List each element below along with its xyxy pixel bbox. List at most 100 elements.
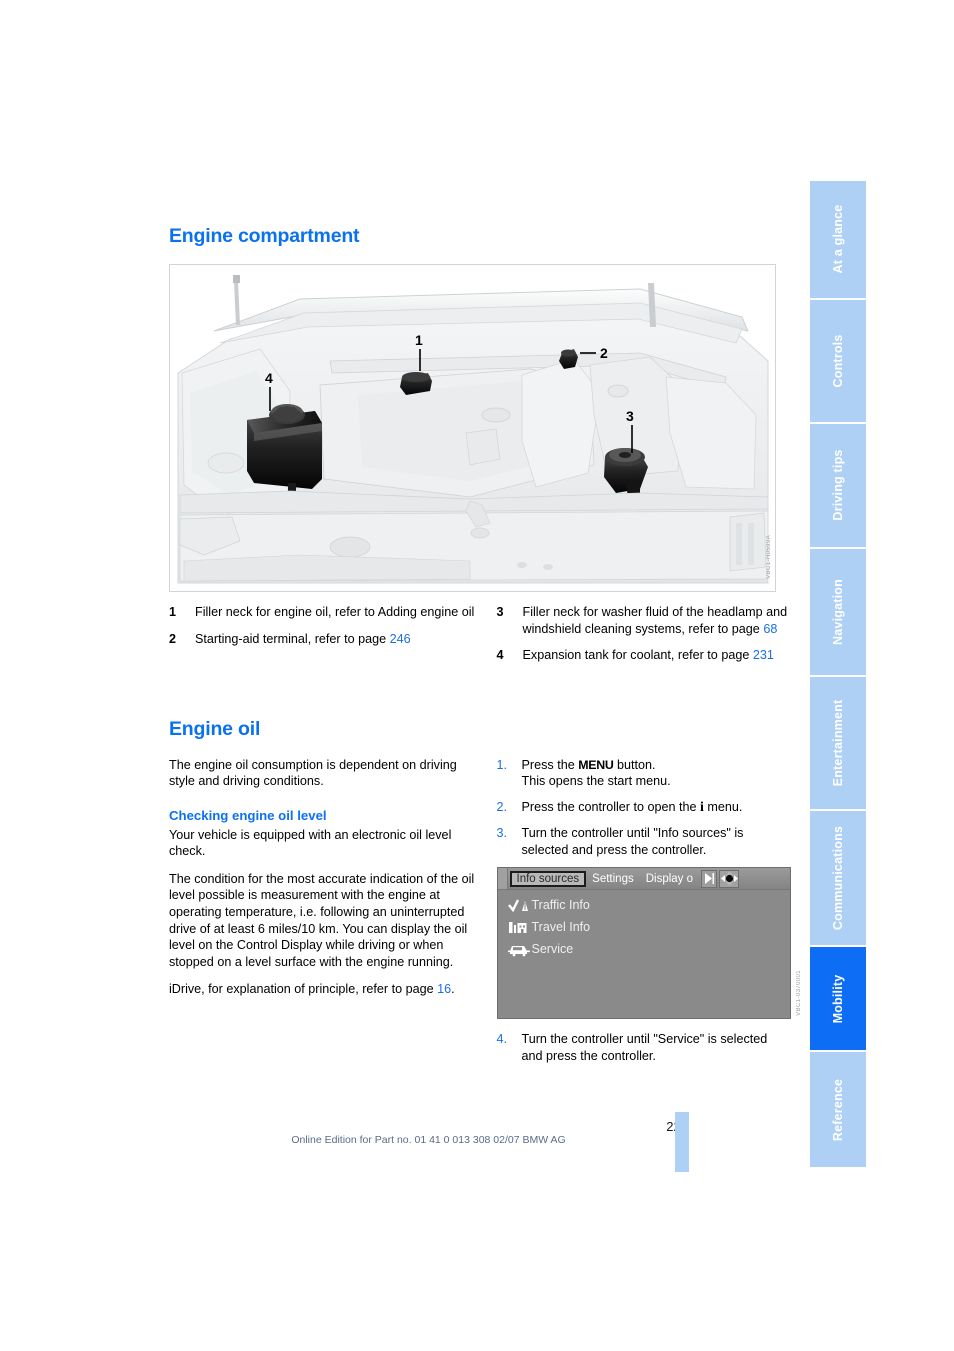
page-reference-link[interactable]: 68 <box>763 622 777 636</box>
step-number: 4. <box>496 1032 508 1047</box>
page-reference-link[interactable]: 16 <box>437 982 451 996</box>
step-text: Press the controller to open the i menu. <box>522 799 789 817</box>
procedure-steps-continued: 4. Turn the controller until "Service" i… <box>497 1031 789 1064</box>
legend-item: 1 Filler neck for engine oil, refer to A… <box>169 604 479 621</box>
legend-text-body: Expansion tank for coolant, refer to pag… <box>522 648 753 662</box>
callout-3: 3 <box>626 408 634 424</box>
traffic-info-icon <box>506 898 532 913</box>
step-text: Turn the controller until "Service" is s… <box>521 1032 768 1064</box>
travel-info-icon <box>506 920 532 935</box>
page-title-engine-oil: Engine oil <box>169 717 261 740</box>
callout-1: 1 <box>415 332 423 348</box>
tab-label: Mobility <box>831 974 845 1024</box>
step-tail: menu. <box>703 799 743 814</box>
figure-code: VBC1-H0599A <box>766 535 772 579</box>
idrive-menu-label: Traffic Info <box>531 898 590 913</box>
legend-text-body: Starting-aid terminal, refer to page <box>195 631 390 646</box>
idrive-reference-lead: iDrive, for explanation of principle, re… <box>169 982 438 997</box>
callout-2: 2 <box>600 345 608 361</box>
step-lead: Press the <box>521 757 579 772</box>
step-text: Turn the controller until "Info sources"… <box>521 826 744 857</box>
footer-edition-note: Online Edition for Part no. 01 41 0 013 … <box>291 1134 566 1146</box>
step-number: 1. <box>496 757 508 772</box>
step-item: 1. Press the MENU button. This opens the … <box>497 757 789 790</box>
legend-text-body: Filler neck for washer fluid of the head… <box>522 605 788 636</box>
checking-paragraph-1: Your vehicle is equipped with an electro… <box>169 827 452 859</box>
legend-number: 1 <box>169 605 177 619</box>
tab-label: Entertainment <box>831 699 845 787</box>
step-tail: button. <box>613 757 656 772</box>
legend-item: 3 Filler neck for washer fluid of the he… <box>497 604 789 637</box>
idrive-next-arrow-icon[interactable] <box>701 869 718 888</box>
idrive-controller-icon[interactable] <box>719 869 740 888</box>
legend-item: 2 Starting-aid terminal, refer to page 2… <box>169 631 479 648</box>
tab-label: Driving tips <box>831 449 845 522</box>
legend-column-left: 1 Filler neck for engine oil, refer to A… <box>169 604 479 674</box>
idrive-control-display: Info sources Settings Display o Traffic … <box>496 867 791 1020</box>
menu-button-glyph: MENU <box>578 757 614 772</box>
subheading-checking-engine-oil-level: Checking engine oil level <box>169 807 327 823</box>
figure-legend: 1 Filler neck for engine oil, refer to A… <box>169 604 788 674</box>
tab-label: Controls <box>831 334 845 388</box>
tab-communications[interactable]: Communications <box>810 811 866 946</box>
idrive-tab-info-sources[interactable]: Info sources <box>509 870 587 887</box>
body-column-left: The engine oil consumption is dependent … <box>169 743 479 1074</box>
tab-driving-tips[interactable]: Driving tips <box>810 423 866 548</box>
tab-entertainment[interactable]: Entertainment <box>810 676 866 810</box>
legend-text-body: Filler neck for engine oil, refer to Add… <box>195 605 475 619</box>
checking-paragraph-2: The condition for the most accurate indi… <box>169 871 475 969</box>
idrive-tab-bar: Info sources Settings Display o <box>497 868 790 891</box>
legend-number: 4 <box>496 648 504 662</box>
step-number: 2. <box>496 799 508 814</box>
idrive-menu-label: Service <box>531 942 574 957</box>
tab-at-a-glance[interactable]: At a glance <box>810 181 866 298</box>
tab-label: Navigation <box>831 579 845 645</box>
tab-label: Reference <box>831 1078 845 1141</box>
body-column-right: 1. Press the MENU button. This opens the … <box>479 743 802 1074</box>
legend-number: 3 <box>496 605 504 619</box>
idrive-menu-label: Travel Info <box>531 920 591 935</box>
step-item: 3. Turn the controller until "Info sourc… <box>497 825 789 858</box>
step-lead: Press the controller to open the <box>521 799 701 814</box>
step-item: 2. Press the controller to open the i me… <box>497 799 789 817</box>
two-column-body: The engine oil consumption is dependent … <box>169 743 802 1074</box>
page-title-engine-compartment: Engine compartment <box>169 225 360 247</box>
step-item: 4. Turn the controller until "Service" i… <box>497 1031 789 1064</box>
legend-number: 2 <box>169 631 177 646</box>
legend-text: Expansion tank for coolant, refer to pag… <box>523 647 789 664</box>
tab-reference[interactable]: Reference <box>810 1052 866 1167</box>
idrive-reference-tail: . <box>451 982 455 997</box>
service-icon <box>506 942 532 957</box>
footer-accent-bar <box>675 1112 689 1172</box>
procedure-steps: 1. Press the MENU button. This opens the … <box>497 757 789 859</box>
legend-text: Filler neck for engine oil, refer to Add… <box>195 604 479 621</box>
page-reference-link[interactable]: 231 <box>753 648 774 662</box>
tab-mobility[interactable]: Mobility <box>810 947 866 1051</box>
step-second-line: This opens the start menu. <box>521 774 671 789</box>
legend-text: Starting-aid terminal, refer to page 246 <box>195 631 479 648</box>
engine-oil-intro: The engine oil consumption is dependent … <box>169 757 457 789</box>
step-text: Press the MENU button. This opens the sta… <box>522 757 789 790</box>
engine-compartment-figure: 1 2 3 4 VBC1-H0599A <box>169 264 776 592</box>
idrive-menu-item-travel-info[interactable]: Travel Info <box>498 916 790 938</box>
legend-text: Filler neck for washer fluid of the head… <box>523 604 789 637</box>
step-number: 3. <box>496 826 508 841</box>
idrive-menu-item-service[interactable]: Service <box>498 938 790 960</box>
idrive-tab-settings[interactable]: Settings <box>586 872 640 886</box>
idrive-menu-list: Traffic Info Travel Info Service <box>498 890 790 960</box>
idrive-tab-bar-stub <box>497 868 508 890</box>
idrive-menu-item-traffic-info[interactable]: Traffic Info <box>498 894 790 916</box>
tab-navigation[interactable]: Navigation <box>810 549 866 675</box>
legend-column-right: 3 Filler neck for washer fluid of the he… <box>479 604 789 674</box>
legend-item: 4 Expansion tank for coolant, refer to p… <box>497 647 789 664</box>
tab-label: Communications <box>831 826 845 931</box>
tab-label: At a glance <box>831 204 845 274</box>
checking-paragraph-3: iDrive, for explanation of principle, re… <box>169 981 479 998</box>
tab-controls[interactable]: Controls <box>810 299 866 422</box>
callout-4: 4 <box>265 370 273 386</box>
idrive-tab-display[interactable]: Display o <box>640 872 699 886</box>
idrive-figure-code: VBC1-0370001 <box>795 969 802 1016</box>
chapter-tab-rail: At a glance Controls Driving tips Naviga… <box>810 181 866 1167</box>
idrive-screenshot-wrapper: Info sources Settings Display o Traffic … <box>496 867 802 1020</box>
page-reference-link[interactable]: 246 <box>390 632 411 646</box>
